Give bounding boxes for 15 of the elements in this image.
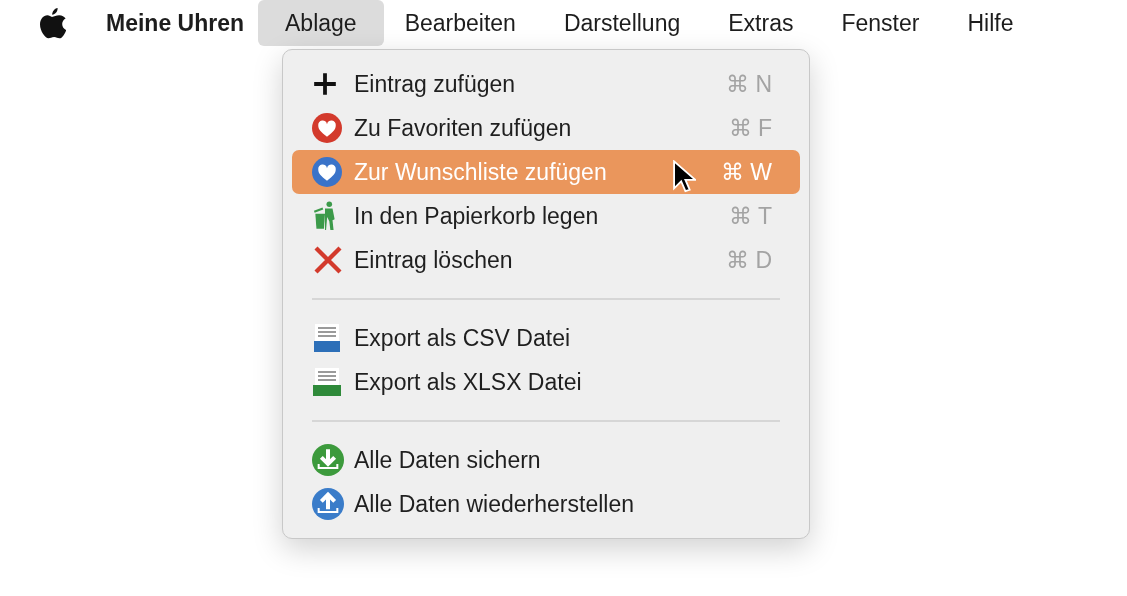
menu-item[interactable]: Export als CSV Datei	[292, 316, 800, 360]
menu-item[interactable]: Zu Favoriten zufügen ⌘ F	[292, 106, 800, 150]
shortcut-label: ⌘ D	[726, 245, 772, 275]
menu-item[interactable]: Export als XLSX Datei	[292, 360, 800, 404]
menu-bar-item[interactable]: Ablage	[258, 0, 384, 47]
app-menu[interactable]: Meine Uhren	[106, 5, 245, 41]
shortcut-label: ⌘ F	[728, 113, 772, 143]
menu-item[interactable]: Eintrag zufügen ⌘ N	[292, 62, 800, 106]
menu-item[interactable]: Eintrag löschen ⌘ D	[292, 238, 800, 282]
menu-item[interactable]: Alle Daten wiederherstellen	[292, 482, 800, 526]
menu-item[interactable]: Alle Daten sichern	[292, 438, 800, 482]
menu-item[interactable]: In den Papierkorb legen ⌘ T	[292, 194, 800, 238]
shortcut-label: ⌘ T	[728, 201, 772, 231]
shortcut-label: ⌘ W	[720, 157, 772, 187]
shortcut-label: ⌘ N	[726, 69, 772, 99]
